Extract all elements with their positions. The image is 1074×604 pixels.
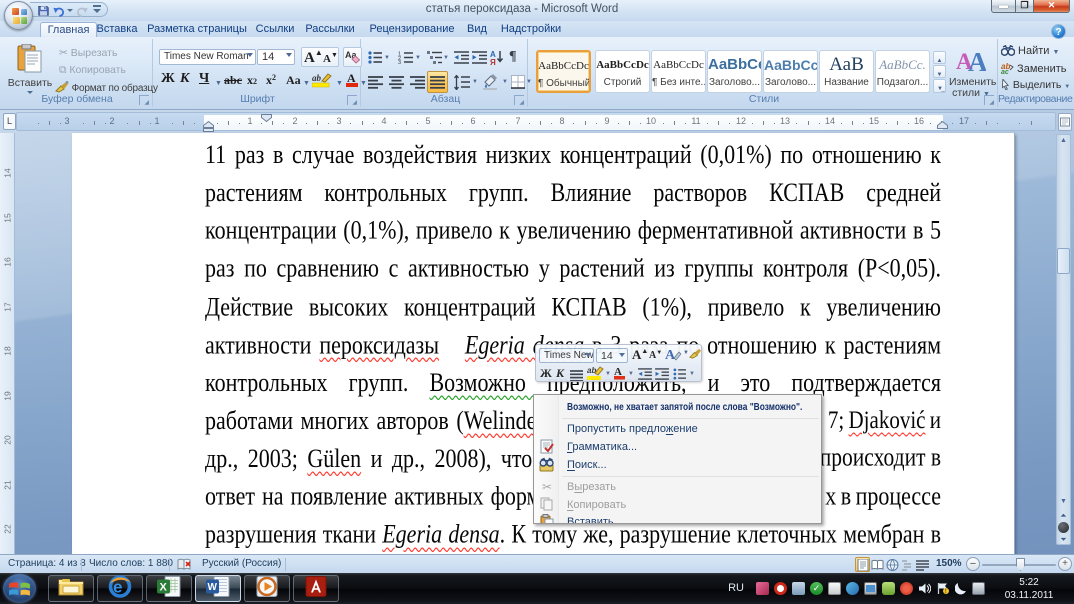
svg-text:ab: ab [587,366,596,375]
svg-text:!: ! [945,589,947,595]
svg-text:ac: ac [1001,69,1009,74]
svg-text:W: W [208,582,218,593]
svg-text:A: A [347,71,356,85]
svg-text:X: X [160,581,168,593]
svg-text:A: A [665,348,676,362]
svg-text:Я: Я [490,58,496,65]
svg-text:A: A [968,47,986,71]
svg-text:ab: ab [312,73,322,83]
svg-text:3: 3 [398,60,401,64]
